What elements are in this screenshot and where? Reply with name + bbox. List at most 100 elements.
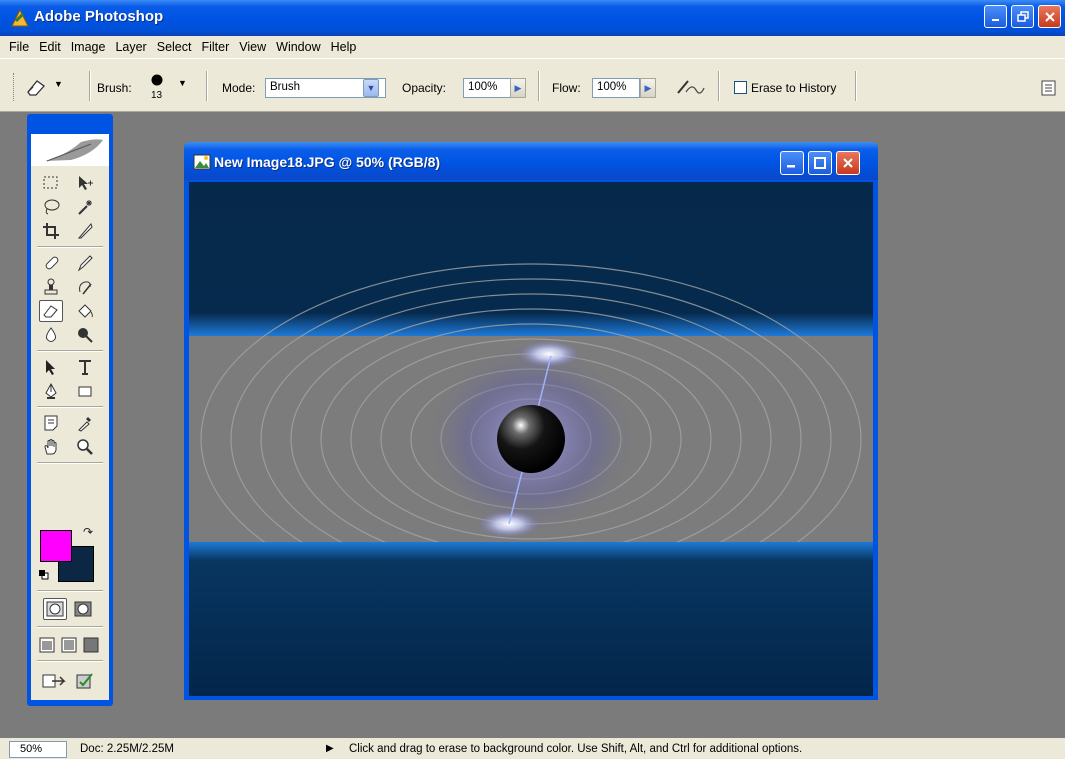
minimize-icon (787, 165, 795, 168)
erase-to-history-label[interactable]: Erase to History (751, 81, 836, 95)
pen-tool[interactable] (39, 380, 63, 402)
quickmask-mode-button[interactable] (71, 598, 95, 620)
blur-tool[interactable] (39, 324, 63, 346)
restore-icon (1016, 10, 1029, 22)
type-tool[interactable] (73, 356, 97, 378)
document-canvas[interactable] (189, 182, 873, 696)
menu-window[interactable]: Window (271, 40, 325, 54)
default-colors-icon (39, 570, 49, 580)
marquee-tool[interactable] (39, 172, 63, 194)
brush-icon (77, 255, 93, 272)
separator (37, 660, 103, 662)
triangle-right-icon: ▶ (644, 82, 652, 93)
notes-icon (44, 415, 58, 431)
brush-label: Brush: (97, 81, 132, 95)
crop-icon (43, 223, 59, 239)
move-icon (79, 176, 93, 190)
opacity-label: Opacity: (402, 81, 447, 95)
minimize-button[interactable] (984, 5, 1007, 28)
document-maximize-button[interactable] (808, 151, 832, 175)
menu-edit[interactable]: Edit (34, 40, 66, 54)
menu-layer[interactable]: Layer (110, 40, 151, 54)
healing-brush-tool[interactable] (39, 252, 63, 274)
close-button[interactable] (1038, 5, 1061, 28)
opacity-slider-button[interactable]: ▶ (510, 78, 526, 98)
airbrush-button[interactable] (672, 75, 708, 99)
erase-to-history-checkbox[interactable] (734, 81, 747, 94)
document-window: New Image18.JPG @ 50% (RGB/8) (184, 142, 878, 700)
crop-tool[interactable] (39, 220, 63, 242)
notes-tool[interactable] (39, 412, 63, 434)
standard-mode-button[interactable] (43, 598, 67, 620)
flow-slider-button[interactable]: ▶ (640, 78, 656, 98)
tool-preset-picker[interactable]: ▼ (22, 75, 80, 99)
restore-button[interactable] (1011, 5, 1034, 28)
history-brush-tool[interactable] (73, 276, 97, 298)
toolbox-header[interactable] (31, 134, 109, 166)
status-menu-arrow-icon[interactable]: ▶ (326, 743, 334, 754)
separator (37, 590, 103, 592)
photoshop-logo-icon (11, 9, 29, 27)
lasso-tool[interactable] (39, 196, 63, 218)
eyedropper-tool[interactable] (73, 412, 97, 434)
lasso-icon (44, 199, 60, 215)
document-size-info[interactable]: Doc: 2.25M/2.25M (80, 743, 174, 755)
brush-picker[interactable]: 13 ▼ (146, 71, 194, 105)
standard-screen-button[interactable] (37, 634, 57, 656)
document-titlebar[interactable]: New Image18.JPG @ 50% (RGB/8) (184, 142, 878, 180)
menu-image[interactable]: Image (66, 40, 111, 54)
full-screen-menu-icon (61, 637, 77, 653)
menu-select[interactable]: Select (152, 40, 197, 54)
palette-well-button[interactable] (1040, 79, 1058, 97)
healing-brush-icon (45, 256, 59, 270)
hand-tool[interactable] (39, 436, 63, 458)
chevron-down-icon: ▼ (54, 79, 63, 89)
separator (37, 246, 103, 248)
separator (37, 406, 103, 408)
swap-colors-icon[interactable]: ↷ (83, 525, 93, 539)
brush-tool[interactable] (73, 252, 97, 274)
document-minimize-button[interactable] (780, 151, 804, 175)
foreground-color-swatch[interactable] (40, 530, 72, 562)
menu-file[interactable]: File (4, 40, 34, 54)
mode-dropdown-arrow[interactable]: ▼ (363, 79, 379, 97)
default-colors-button[interactable] (39, 569, 49, 580)
separator (37, 462, 103, 464)
dodge-tool[interactable] (73, 324, 97, 346)
maximize-icon (814, 157, 826, 169)
magic-wand-tool[interactable] (73, 196, 97, 218)
zoom-level-field[interactable]: 50% (9, 741, 67, 758)
separator (37, 626, 103, 628)
zoom-tool[interactable] (73, 436, 97, 458)
opacity-input[interactable]: 100% (463, 78, 511, 98)
menubar: File Edit Image Layer Select Filter View… (0, 36, 1065, 58)
check-button[interactable] (73, 670, 97, 692)
canvas-image (189, 182, 873, 696)
move-tool[interactable] (73, 172, 97, 194)
status-message: Click and drag to erase to background co… (349, 743, 803, 755)
eraser-tool[interactable] (39, 300, 63, 322)
separator (855, 71, 857, 101)
document-image-icon (193, 154, 211, 170)
full-screen-menu-button[interactable] (59, 634, 79, 656)
flow-input[interactable]: 100% (592, 78, 640, 98)
triangle-right-icon: ▶ (514, 82, 522, 93)
slice-tool[interactable] (73, 220, 97, 242)
document-close-button[interactable] (836, 151, 860, 175)
clone-stamp-tool[interactable] (39, 276, 63, 298)
chevron-down-icon: ▼ (366, 83, 376, 93)
rectangle-shape-tool[interactable] (73, 380, 97, 402)
toolbox-body: ↷ (31, 134, 109, 700)
menu-help[interactable]: Help (326, 40, 362, 54)
options-bar-grip[interactable] (13, 73, 16, 101)
slice-icon (77, 223, 93, 239)
separator (89, 71, 91, 101)
imageready-jump-button[interactable] (41, 670, 69, 692)
menu-filter[interactable]: Filter (196, 40, 234, 54)
path-selection-tool[interactable] (39, 356, 63, 378)
clone-stamp-icon (44, 278, 58, 295)
menu-view[interactable]: View (234, 40, 271, 54)
full-screen-button[interactable] (81, 634, 101, 656)
paint-bucket-tool[interactable] (73, 300, 97, 322)
flow-label: Flow: (552, 81, 581, 95)
